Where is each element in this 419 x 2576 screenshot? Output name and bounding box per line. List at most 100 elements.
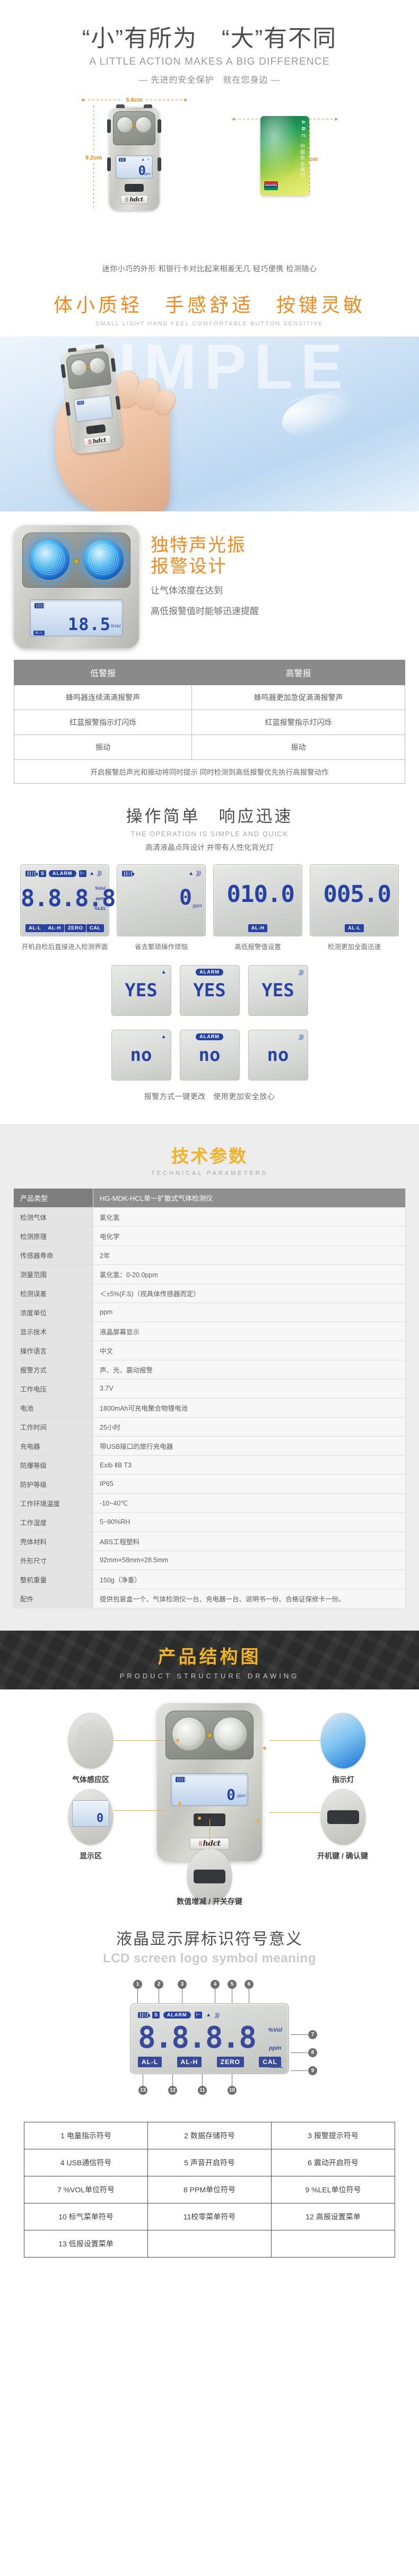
- alarm-device-lcd: 18.5 %Vol AL-L: [30, 599, 123, 636]
- legend-bottom-markers: 13 12 11 10: [98, 2074, 321, 2104]
- hero-subtitle-en: A LITTLE ACTION MAKES A BIG DIFFERENCE: [89, 56, 330, 67]
- leader-dot: [198, 1816, 201, 1820]
- table-row: 防护等级 IP65: [13, 1474, 406, 1494]
- device-side-button-right-bottom: [158, 157, 161, 171]
- leader-line: [269, 1740, 320, 1741]
- lcd-caption-4: 检测更加全面迅速: [327, 943, 381, 951]
- gas-detector-device: ▲ ≈ 0 ppm hdct: [107, 104, 161, 210]
- marker-3: 3: [178, 1979, 187, 1989]
- unit-vol: %Vol: [95, 886, 106, 891]
- table-row: 壳体材料 ABS工程塑料: [13, 1531, 406, 1551]
- alarm-lcd-unit: %Vol: [110, 623, 120, 628]
- alarm-lcd-value: 18.5: [67, 614, 111, 634]
- unit-lel: %LEL: [267, 2062, 283, 2069]
- size-comparison-caption: 迷你小巧的外形 和银行卡对比起来相差无几 轻巧便携 检测随心: [102, 264, 317, 273]
- structure-lcd-unit: ppm: [237, 1793, 246, 1798]
- table-row: 工作电压 3.7V: [13, 1378, 406, 1398]
- vibration-icon: ≈: [147, 157, 150, 162]
- table-row: 1 电量指示符号 2 数据存储符号 3 报警提示符号: [24, 2122, 395, 2150]
- lightweight-section: 体小质轻 手感舒适 按键灵敏 SMALL LIGHT HAND FEEL COM…: [0, 274, 419, 327]
- callout-bubble-indicator-light: [320, 1712, 366, 1769]
- technical-spec-table: 产品类型 HG-MDK-HCL单一扩散式气体检测仪 检测气体 氯化氢 检测原理 电化学…: [13, 1188, 406, 1608]
- callout-label-gas-sensor: 气体感应区: [72, 1775, 109, 1784]
- table-row: 工作时间 25小时: [13, 1417, 406, 1437]
- lcd-unit: ppm: [193, 902, 202, 908]
- lcd-digits: 010.0: [226, 880, 295, 908]
- product-detail-page: “小”有所为 “大”有不同 A LITTLE ACTION MAKES A BI…: [0, 0, 419, 2279]
- alarm-desc-line-2: 高低报警值时能够迅速提醒: [151, 606, 259, 616]
- lcd-digits: 8.8.8.8: [21, 884, 116, 912]
- bank-card: A B C 中国农业银行 UnionPay: [260, 116, 309, 196]
- no-screen-sound: ▲ no: [111, 1029, 171, 1081]
- marker-13: 13: [138, 2086, 147, 2095]
- table-row: 工作湿度 5~90%RH: [13, 1512, 406, 1532]
- leader-line: [114, 1810, 164, 1811]
- legend-lcd-digits: 8.8.8.8: [138, 2020, 257, 2055]
- vibration-icon: ))): [97, 870, 102, 877]
- callout-bubble-power-key: [320, 1789, 366, 1845]
- table-row: 操作语言 中文: [13, 1340, 406, 1360]
- tag-al-l: AL-L: [345, 924, 364, 932]
- callout-bubble-display-area: 0: [68, 1789, 114, 1845]
- device-keypad[interactable]: [125, 183, 144, 192]
- alarm-led-left: [28, 538, 71, 581]
- no-screen-row: ▲ no ALARM no ))) no: [0, 1029, 419, 1081]
- alarm-icon: ALARM: [163, 2012, 191, 2019]
- operation-title-cn: 操作简单 响应迅速: [126, 807, 293, 826]
- marker-12: 12: [168, 2086, 177, 2095]
- empty-cell: [147, 2230, 272, 2258]
- marker-2: 2: [154, 1979, 163, 1989]
- size-comparison-section: 5.8cm 9.2cm ▲ ≈ 0 ppm hdct 8.4cm A B C 中…: [0, 97, 419, 262]
- yes-label: YES: [193, 979, 226, 1001]
- usb-icon: ⊢: [194, 2012, 203, 2019]
- battery-icon: [138, 2012, 150, 2019]
- table-row: 工作环境温度 -10~40℃: [13, 1493, 406, 1513]
- structure-title-en: PRODUCT STRUCTURE DRAWING: [119, 1671, 300, 1680]
- tag-zero: ZERO: [216, 2057, 244, 2068]
- table-row: 蜂鸣器连续滴滴报警声 蜂鸣器更加急促滴滴报警声: [13, 684, 405, 710]
- marker-10: 10: [228, 2086, 237, 2095]
- callout-label-display-area: 显示区: [80, 1851, 102, 1860]
- callout-label-adjust-key: 数值增减 / 开关存键: [177, 1897, 242, 1906]
- no-label: no: [130, 1044, 152, 1066]
- brand-plate: hdct: [120, 194, 148, 204]
- lcd-screen-measuring: ▲ ))) 0 ppm: [117, 864, 206, 936]
- yes-screen-sound: ▲ YES: [111, 964, 171, 1016]
- alarm-headline: 独特声光振 报警设计: [151, 535, 246, 577]
- legend-lcd-screen: S ALARM ⊢ ▲ ))) 8.8.8.8 %Vol ppm %LEL AL…: [130, 2003, 317, 2075]
- unit-lel: %LEL: [94, 906, 106, 911]
- operation-title-en: THE OPERATION IS SIMPLE AND QUICK: [130, 829, 289, 838]
- brand-name: hdct: [129, 196, 143, 203]
- operation-footer-caption: 报警方式一键更改 使用更加安全放心: [144, 1092, 275, 1101]
- table-header-row: 低警报 高警报: [13, 659, 405, 685]
- storage-icon: S: [39, 870, 47, 877]
- structure-title-cn: 产品结构图: [158, 1646, 261, 1667]
- no-screen-alarm: ALARM no: [179, 1029, 240, 1081]
- device-side-button-right-top: [158, 119, 161, 133]
- structure-banner: 产品结构图 PRODUCT STRUCTURE DRAWING: [0, 1630, 419, 1689]
- legend-diagram: 1 2 3 4 5 6 S ALARM ⊢ ▲))) 8.8.8.8 %Vol…: [98, 1979, 321, 2104]
- marker-7: 7: [308, 2030, 317, 2039]
- table-row: 外形尺寸 92mm×58mm×28.5mm: [13, 1550, 406, 1570]
- callout-bubble-gas-sensor: [68, 1712, 114, 1769]
- alarm-icon: ALARM: [196, 1033, 223, 1041]
- lcd-unit: ppm: [144, 172, 151, 176]
- usb-icon: ⊢: [78, 870, 87, 877]
- device-compare-column: 5.8cm 9.2cm ▲ ≈ 0 ppm hdct: [81, 97, 188, 210]
- tag-al-l: AL-L: [25, 924, 45, 932]
- storage-icon: S: [152, 2012, 160, 2019]
- device-top-clip-left: [116, 104, 125, 108]
- alarm-device-photo: 18.5 %Vol AL-L: [14, 525, 139, 648]
- yes-label: YES: [261, 979, 294, 1001]
- vibration-icon: ))): [215, 2012, 220, 2019]
- legend-unit-column: %Vol ppm %LEL: [267, 2027, 283, 2069]
- table-row: 检测误差 ＜±5%(F.S)（视具体传感器而定）: [13, 1283, 406, 1303]
- callout-label-indicator-light: 指示灯: [332, 1775, 354, 1784]
- table-row: 显示技术 液晶屏幕显示: [13, 1321, 406, 1341]
- yes-screen-alarm: ALARM YES: [179, 964, 240, 1016]
- table-row: 产品类型 HG-MDK-HCL单一扩散式气体检测仪: [13, 1188, 406, 1208]
- marker-6: 6: [245, 1979, 254, 1989]
- no-label: no: [267, 1044, 289, 1066]
- bank-card-compare-column: 5.3cm 8.4cm A B C 中国农业银行 UnionPay: [232, 98, 338, 196]
- bell-icon: ▲: [161, 969, 167, 976]
